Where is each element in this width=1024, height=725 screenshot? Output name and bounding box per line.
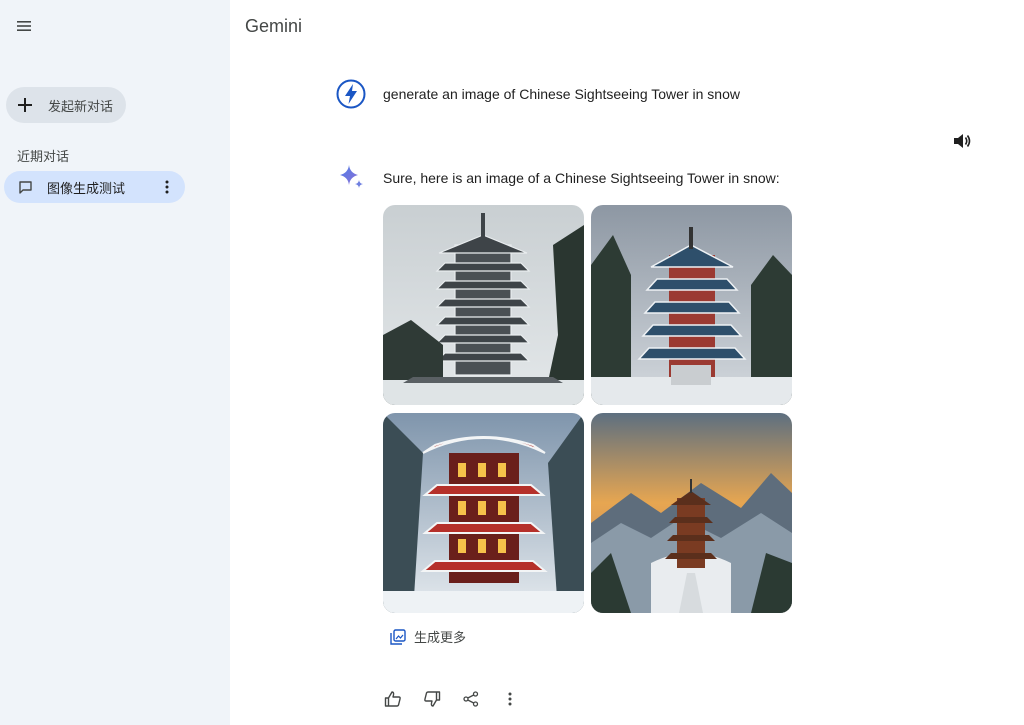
generate-more-button[interactable]: 生成更多 [390,627,466,646]
main-area: Gemini generate an image of Chinese Sigh… [230,0,1024,725]
chat-icon [18,179,34,195]
response-text: Sure, here is an image of a Chinese Sigh… [383,170,780,186]
more-vert-icon[interactable] [157,180,177,194]
menu-icon [17,21,31,31]
image-grid [383,205,793,613]
new-chat-label: 发起新对话 [48,98,114,114]
sidebar-item-image-test[interactable]: 图像生成测试 [4,171,185,203]
sidebar-item-label: 图像生成测试 [47,180,126,196]
more-vert-icon[interactable] [500,688,520,710]
share-icon[interactable] [461,688,481,710]
response-actions [383,688,520,710]
plus-icon [16,96,34,114]
recent-section-label: 近期对话 [17,149,70,164]
volume-icon[interactable] [952,131,972,151]
user-prompt: generate an image of Chinese Sightseeing… [383,86,740,102]
generated-image-3[interactable] [383,413,584,613]
generated-image-1[interactable] [383,205,584,405]
thumbs-up-icon[interactable] [383,688,403,710]
new-chat-button[interactable]: 发起新对话 [6,87,126,123]
generated-image-2[interactable] [591,205,792,405]
bolt-avatar-icon [336,79,366,109]
generated-image-4[interactable] [591,413,792,613]
gallery-icon [390,628,406,645]
gemini-sparkle-icon [338,164,364,190]
generate-more-label: 生成更多 [414,630,467,645]
menu-button[interactable] [10,12,38,40]
sidebar: 发起新对话 近期对话 图像生成测试 [0,0,230,725]
thumbs-down-icon[interactable] [422,688,442,710]
page-title: Gemini [245,16,303,36]
gemini-app: 发起新对话 近期对话 图像生成测试 Gemini generate an ima… [0,0,1024,725]
